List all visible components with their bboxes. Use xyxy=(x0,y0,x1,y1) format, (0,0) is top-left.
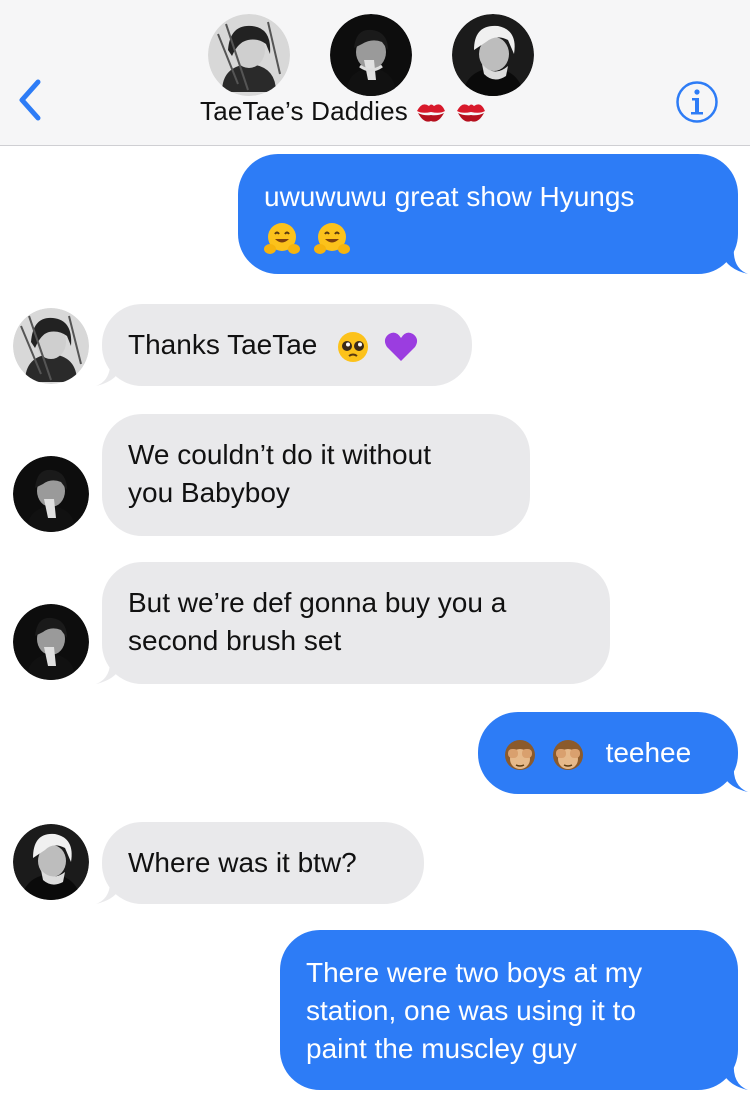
bubble-tail xyxy=(720,764,748,792)
bubble-tail xyxy=(96,358,124,386)
group-name: TaeTae’s Daddies xyxy=(200,96,408,126)
bubble-tail xyxy=(96,656,124,684)
message-bubble-outgoing[interactable]: teehee xyxy=(478,712,738,794)
purple-heart-emoji xyxy=(384,332,418,361)
message-text: uwuwuwu great show Hyungs xyxy=(264,181,635,212)
message-text: We couldn’t do it without you Babyboy xyxy=(128,439,431,508)
message-text: teehee xyxy=(605,737,692,768)
see-no-evil-monkey-emoji xyxy=(552,739,583,770)
message-text: Thanks TaeTae xyxy=(128,329,318,360)
info-button[interactable] xyxy=(675,80,719,124)
message-bubble-incoming[interactable]: But we’re def gonna buy you a second bru… xyxy=(102,562,610,684)
sender-avatar-member-2[interactable] xyxy=(13,604,89,680)
bubble-tail xyxy=(720,1062,748,1090)
group-avatar-member-3[interactable] xyxy=(452,14,534,96)
pleading-face-emoji xyxy=(338,331,369,362)
message-bubble-incoming[interactable]: Thanks TaeTae xyxy=(102,304,472,386)
info-icon xyxy=(676,81,718,123)
sender-avatar-member-1[interactable] xyxy=(13,308,89,384)
back-button[interactable] xyxy=(14,78,48,122)
message-text: But we’re def gonna buy you a second bru… xyxy=(128,587,507,656)
group-title[interactable]: TaeTae’s Daddies xyxy=(200,96,488,127)
group-avatar-member-2[interactable] xyxy=(330,14,412,96)
message-bubble-incoming[interactable]: Where was it btw? xyxy=(102,822,424,904)
sender-avatar-member-2[interactable] xyxy=(13,456,89,532)
bubble-tail xyxy=(96,876,124,904)
group-avatar-member-1[interactable] xyxy=(208,14,290,96)
message-text: There were two boys at my station, one w… xyxy=(306,957,643,1064)
message-text: Where was it btw? xyxy=(128,847,357,878)
message-bubble-incoming[interactable]: We couldn’t do it without you Babyboy xyxy=(102,414,530,536)
hugging-face-emoji xyxy=(264,222,300,254)
message-bubble-outgoing[interactable]: uwuwuwu great show Hyungs xyxy=(238,154,738,274)
kiss-mark-emoji xyxy=(416,103,445,122)
chevron-left-icon xyxy=(19,79,41,121)
sender-avatar-member-3[interactable] xyxy=(13,824,89,900)
kiss-mark-emoji xyxy=(456,103,485,122)
bubble-tail xyxy=(720,246,748,274)
hugging-face-emoji xyxy=(313,222,350,254)
message-bubble-outgoing[interactable]: There were two boys at my station, one w… xyxy=(280,930,738,1090)
conversation-header: TaeTae’s Daddies xyxy=(0,0,750,146)
see-no-evil-monkey-emoji xyxy=(505,739,535,770)
